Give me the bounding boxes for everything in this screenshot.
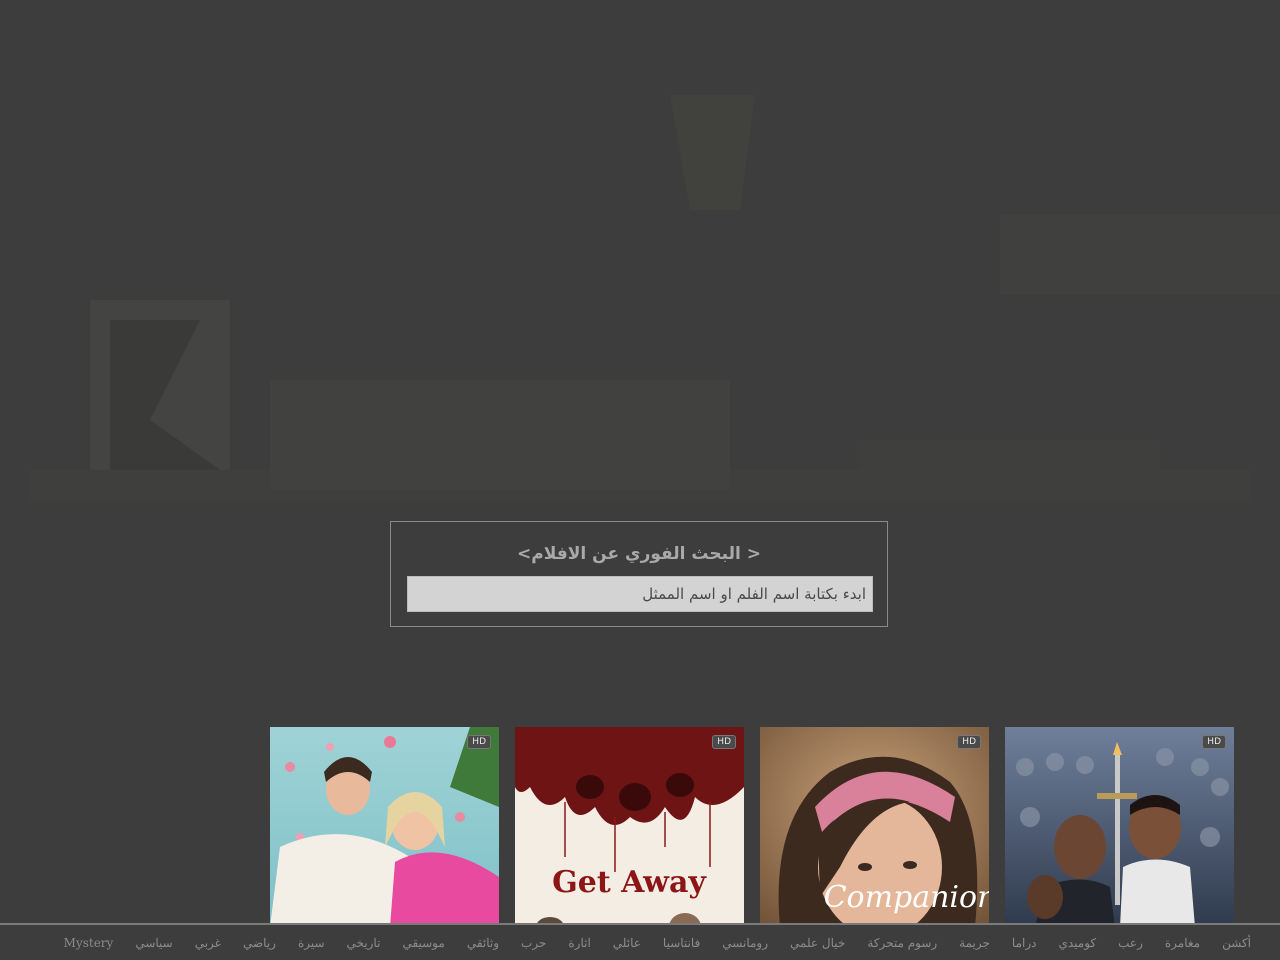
hd-badge: HD <box>957 735 981 749</box>
genre-link[interactable]: كوميدي <box>1047 936 1107 950</box>
genre-link[interactable]: خيال علمي <box>779 936 856 950</box>
genre-link[interactable]: تاريخي <box>336 936 392 950</box>
page: < البحث الفوري عن الافلام> ابدء بكتابة ا… <box>0 0 1280 960</box>
genre-link[interactable]: رعب <box>1107 936 1154 950</box>
hd-badge: HD <box>712 735 736 749</box>
genre-link[interactable]: حرب <box>510 936 557 950</box>
genre-nav: أكشن مغامرة رعب كوميدي دراما جريمة رسوم متحركة… <box>0 923 1280 960</box>
genre-link[interactable]: رسوم متحركة <box>856 936 948 950</box>
genre-link[interactable]: جريمة <box>948 936 1001 950</box>
genre-link[interactable]: سيرة <box>287 936 336 950</box>
genre-link[interactable]: عائلي <box>602 936 652 950</box>
movie-poster <box>270 727 499 927</box>
genre-link[interactable]: Mystery <box>53 936 125 950</box>
movie-card[interactable]: Companion HD <box>760 727 989 927</box>
hd-badge: HD <box>467 735 491 749</box>
movie-card[interactable]: Get Away HD <box>515 727 744 927</box>
instant-search-panel: < البحث الفوري عن الافلام> <box>390 521 888 627</box>
search-input[interactable] <box>407 576 873 612</box>
genre-link[interactable]: وثائقي <box>456 936 510 950</box>
genre-link[interactable]: اثارة <box>557 936 601 950</box>
search-title: < البحث الفوري عن الافلام> <box>517 544 761 564</box>
movie-card[interactable]: HD <box>270 727 499 927</box>
genre-link[interactable]: دراما <box>1001 936 1048 950</box>
movie-list: HD Get Away HD Companion HD HD <box>0 727 1280 927</box>
movie-poster: Companion <box>760 727 989 927</box>
genre-link[interactable]: مغامرة <box>1154 936 1211 950</box>
genre-link[interactable]: موسيقي <box>391 936 455 950</box>
genre-link[interactable]: رومانسي <box>711 936 779 950</box>
hd-badge: HD <box>1202 735 1226 749</box>
movie-title: Get Away <box>552 865 707 900</box>
movie-poster <box>1005 727 1234 927</box>
genre-link[interactable]: فانتاسيا <box>652 936 711 950</box>
genre-link[interactable]: رياضي <box>232 936 287 950</box>
genre-link[interactable]: سياسي <box>124 936 183 950</box>
movie-poster: Get Away <box>515 727 744 927</box>
genre-link[interactable]: غربي <box>184 936 232 950</box>
movie-card[interactable]: HD <box>1005 727 1234 927</box>
hero-background <box>30 95 1280 500</box>
genre-link[interactable]: أكشن <box>1211 936 1262 950</box>
movie-title: Companion <box>824 880 989 915</box>
